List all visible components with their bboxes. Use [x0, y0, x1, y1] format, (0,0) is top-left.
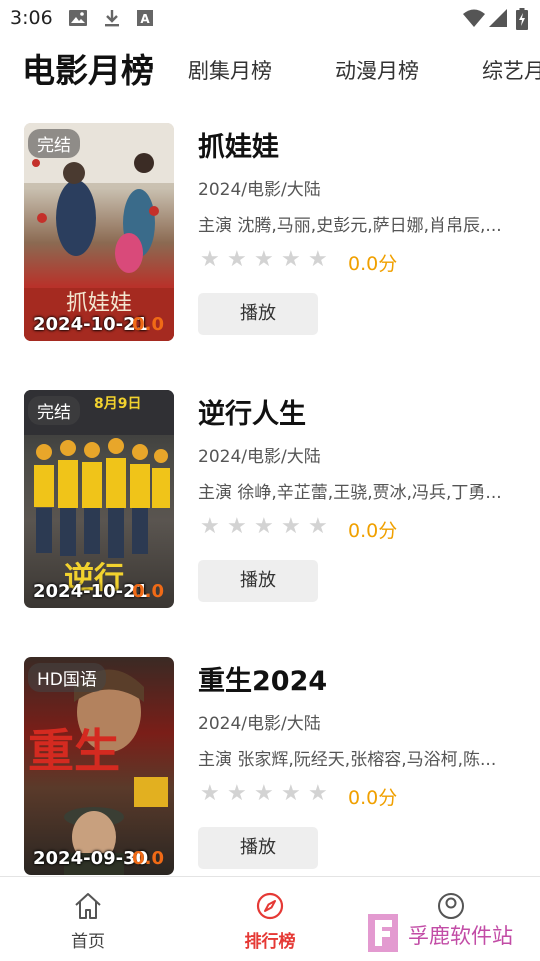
- movie-meta: 2024/电影/大陆: [198, 447, 321, 467]
- poster-date: 2024-09-30: [33, 848, 149, 869]
- tab-series-monthly[interactable]: 剧集月榜: [188, 38, 272, 108]
- watermark-text: 孚鹿软件站: [408, 924, 513, 948]
- star-icon: ★: [254, 781, 274, 806]
- star-icon: ★: [281, 247, 301, 272]
- download-icon: [105, 10, 119, 27]
- star-icon: ★: [200, 514, 220, 539]
- play-button[interactable]: 播放: [198, 560, 318, 602]
- rating-score: 0.0分: [348, 253, 398, 275]
- movie-card[interactable]: 8月9日 逆行 完结 2024-10-21 0.0 逆行人生 2024/电影/大…: [0, 390, 540, 620]
- status-time: 3:06: [10, 7, 53, 29]
- play-button[interactable]: 播放: [198, 827, 318, 869]
- svg-text:重生: 重生: [28, 724, 120, 778]
- movie-title[interactable]: 重生2024: [198, 659, 327, 698]
- compass-icon: [256, 892, 284, 920]
- status-badge: 完结: [28, 129, 80, 158]
- wifi-icon: [463, 9, 485, 27]
- movie-cast: 主演 徐峥,辛芷蕾,王骁,贾冰,冯兵,丁勇...: [198, 483, 502, 503]
- image-icon: [69, 10, 87, 26]
- home-icon: [75, 893, 101, 919]
- poster-score: 0.0: [132, 848, 164, 869]
- poster-score: 0.0: [132, 581, 164, 602]
- a-badge-icon: A: [137, 10, 153, 26]
- poster-score: 0.0: [132, 314, 164, 335]
- movie-meta: 2024/电影/大陆: [198, 714, 321, 734]
- star-icon: ★: [200, 247, 220, 272]
- status-badge: HD国语: [28, 663, 106, 692]
- movie-title[interactable]: 逆行人生: [198, 392, 306, 431]
- movie-poster[interactable]: 抓娃娃 完结 2024-10-21 0.0: [24, 123, 174, 341]
- star-icon: ★: [254, 514, 274, 539]
- poster-date: 2024-10-21: [33, 314, 149, 335]
- movie-poster[interactable]: 8月9日 逆行 完结 2024-10-21 0.0: [24, 390, 174, 608]
- movie-card[interactable]: 抓娃娃 完结 2024-10-21 0.0 抓娃娃 2024/电影/大陆 主演 …: [0, 123, 540, 353]
- tab-anime-monthly[interactable]: 动漫月榜: [335, 38, 419, 108]
- watermark: 孚鹿软件站: [366, 910, 536, 956]
- nav-home[interactable]: 首页: [28, 877, 148, 961]
- star-icon: ★: [308, 514, 328, 539]
- poster-date: 2024-10-21: [33, 581, 149, 602]
- watermark-logo-icon: [368, 914, 398, 952]
- rating-stars: ★ ★ ★ ★ ★: [200, 781, 335, 806]
- rating-stars: ★ ★ ★ ★ ★: [200, 247, 335, 272]
- battery-icon: [516, 8, 528, 30]
- status-badge: 完结: [28, 396, 80, 425]
- movie-poster[interactable]: 重生 HD国语 2024-09-30 0.0: [24, 657, 174, 875]
- tab-movie-monthly[interactable]: 电影月榜: [22, 38, 154, 108]
- rating-stars: ★ ★ ★ ★ ★: [200, 514, 335, 539]
- star-icon: ★: [227, 781, 247, 806]
- rating-score: 0.0分: [348, 787, 398, 809]
- svg-text:8月9日: 8月9日: [94, 396, 141, 412]
- movie-title[interactable]: 抓娃娃: [198, 125, 279, 164]
- star-icon: ★: [281, 514, 301, 539]
- svg-text:A: A: [140, 12, 150, 26]
- star-icon: ★: [227, 514, 247, 539]
- signal-icon: [489, 9, 507, 27]
- star-icon: ★: [308, 247, 328, 272]
- star-icon: ★: [254, 247, 274, 272]
- category-tabs: 电影月榜 剧集月榜 动漫月榜 综艺月: [0, 38, 540, 108]
- movie-cast: 主演 张家辉,阮经天,张榕容,马浴柯,陈...: [198, 750, 497, 770]
- star-icon: ★: [200, 781, 220, 806]
- status-bar: 3:06 A: [0, 0, 540, 38]
- star-icon: ★: [281, 781, 301, 806]
- movie-meta: 2024/电影/大陆: [198, 180, 321, 200]
- play-button[interactable]: 播放: [198, 293, 318, 335]
- nav-ranking-label: 排行榜: [244, 932, 296, 952]
- rating-score: 0.0分: [348, 520, 398, 542]
- svg-text:抓娃娃: 抓娃娃: [66, 291, 132, 316]
- tab-variety-monthly[interactable]: 综艺月: [482, 38, 540, 108]
- star-icon: ★: [227, 247, 247, 272]
- nav-home-label: 首页: [71, 932, 105, 952]
- star-icon: ★: [308, 781, 328, 806]
- nav-ranking[interactable]: 排行榜: [210, 877, 330, 961]
- movie-card[interactable]: 重生 HD国语 2024-09-30 0.0 重生2024 2024/电影/大陆…: [0, 657, 540, 887]
- movie-cast: 主演 沈腾,马丽,史彭元,萨日娜,肖帛辰,...: [198, 216, 502, 236]
